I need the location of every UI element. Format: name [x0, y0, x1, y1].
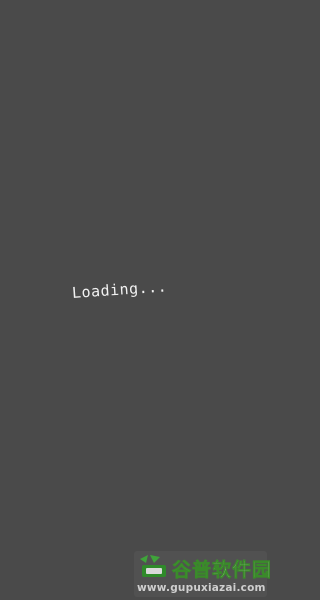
watermark-title-part2: 软件园: [212, 559, 270, 582]
watermark-title: 谷普软件园: [172, 555, 270, 582]
loading-screen: Loading... 谷普软件园 www.gupuxiazai.com: [0, 0, 270, 600]
gupu-logo-icon: [140, 555, 166, 577]
watermark: 谷普软件园 www.gupuxiazai.com: [134, 551, 270, 597]
loading-label: Loading...: [71, 277, 168, 302]
watermark-title-part1: 谷普: [172, 559, 213, 582]
watermark-url: www.gupuxiazai.com: [137, 582, 266, 594]
